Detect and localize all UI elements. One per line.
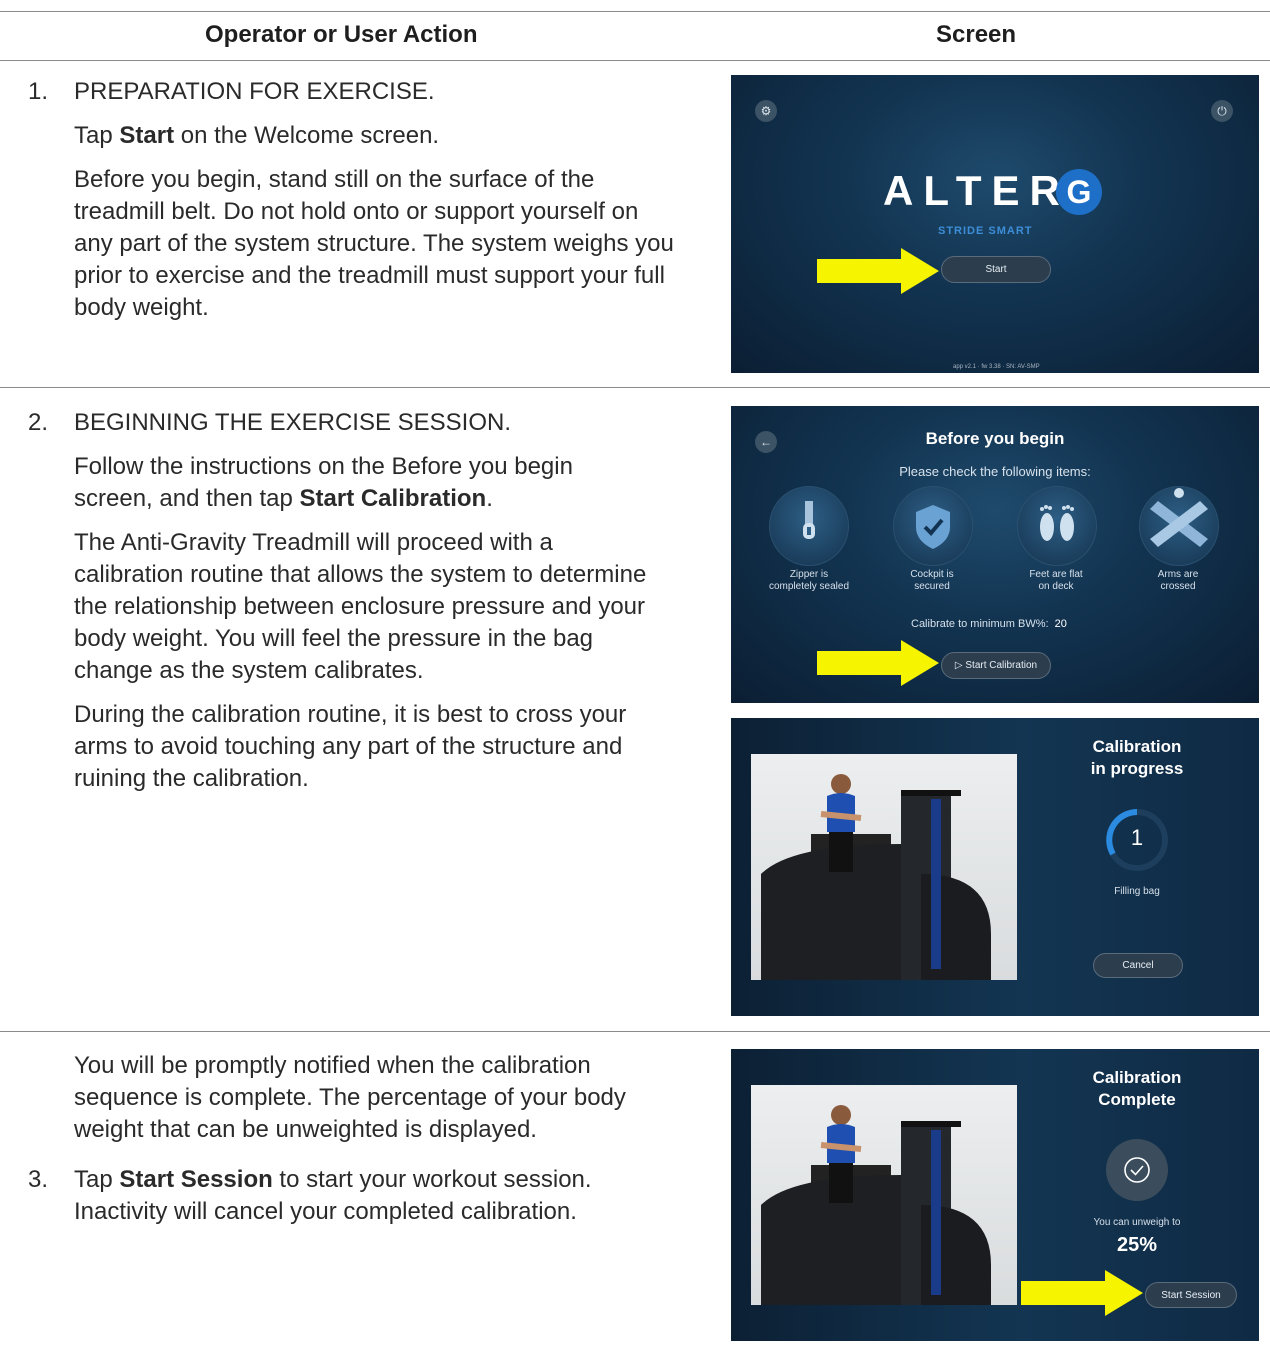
before-title: Before you begin [925, 429, 1065, 448]
step-3-number: 3. [28, 1166, 49, 1193]
unweigh-value: 25% [1116, 1234, 1158, 1256]
start-calibration-button[interactable]: ▷ Start Calibration [941, 652, 1051, 679]
step-2-instruction: Follow the instructions on the Before yo… [74, 453, 573, 512]
feet-icon [1017, 486, 1097, 566]
check-circle-icon [1124, 1157, 1150, 1183]
step-2-rule [0, 1031, 1270, 1032]
header-screen: Screen [936, 21, 1017, 48]
calibrate-min-bw: Calibrate to minimum BW%: 20 [911, 618, 1067, 630]
step-1-rule [0, 387, 1270, 388]
crossed-arms-icon [1139, 486, 1219, 566]
step-1-text: PREPARATION FOR EXERCISE. Tap Start on t… [74, 76, 674, 336]
stride-smart-subtitle: STRIDE SMART [938, 225, 1033, 237]
header-rule [0, 60, 1270, 61]
calibration-complete-screen: Calibration Complete You can unweigh to 2… [731, 1049, 1259, 1341]
calibrate-min-bw-value[interactable]: 20 [1055, 618, 1067, 630]
complete-check-badge [1106, 1139, 1168, 1201]
arrow-to-start-session [1021, 1270, 1143, 1316]
step-2-text: BEGINNING THE EXERCISE SESSION. Follow t… [74, 407, 654, 807]
step-1-number: 1. [28, 78, 49, 105]
settings-icon[interactable]: ⚙ [755, 100, 777, 122]
arrow-to-start [817, 248, 939, 294]
header-operator-action: Operator or User Action [205, 21, 478, 48]
step-2-note: During the calibration routine, it is be… [74, 701, 627, 792]
step-1-title: PREPARATION FOR EXERCISE. [74, 78, 435, 105]
before-subtitle: Please check the following items: [899, 464, 1091, 479]
cockpit-label: Cockpit is secured [910, 569, 954, 592]
progress-title: Calibration in progress [1090, 737, 1184, 778]
step-2-detail: The Anti-Gravity Treadmill will proceed … [74, 529, 647, 684]
complete-title: Calibration Complete [1092, 1068, 1182, 1109]
play-icon: ▷ [954, 660, 966, 671]
cancel-button[interactable]: Cancel [1093, 953, 1183, 978]
step-3-instruction: Tap Start Session to start your workout … [74, 1166, 592, 1225]
step-2-number: 2. [28, 409, 49, 436]
progress-counter: 1 [1130, 825, 1144, 850]
before-you-begin-screen: ← Before you begin Please check the foll… [731, 406, 1259, 703]
step-3-intro: You will be promptly notified when the c… [74, 1052, 626, 1143]
treadmill-photo [751, 1085, 1017, 1305]
alterg-logo-g: G [1056, 169, 1102, 215]
unweigh-label: You can unweigh to [1093, 1217, 1181, 1228]
feet-label: Feet are flat on deck [1029, 569, 1083, 592]
zipper-icon [769, 486, 849, 566]
treadmill-photo [751, 754, 1017, 980]
alterg-logo: ALTER [883, 167, 1070, 214]
shield-check-icon [893, 486, 973, 566]
start-session-button[interactable]: Start Session [1145, 1282, 1237, 1308]
progress-status: Filling bag [1114, 886, 1160, 897]
welcome-screen: ⚙ ⏻ ALTER G STRIDE SMART Start app v2.1 … [731, 75, 1259, 373]
arrow-to-start-calibration [817, 640, 939, 686]
version-footer: app v2.1 · fw 3.38 · SN: AV-SMP [953, 364, 1040, 370]
power-icon[interactable]: ⏻ [1211, 100, 1233, 122]
step-1-detail: Before you begin, stand still on the sur… [74, 166, 674, 321]
calibration-progress-screen: Calibration in progress 1 Filling bag Can… [731, 718, 1259, 1016]
step-1-instruction: Tap Start on the Welcome screen. [74, 122, 440, 149]
step-2-title: BEGINNING THE EXERCISE SESSION. [74, 409, 511, 436]
arms-label: Arms are crossed [1157, 569, 1199, 592]
start-button[interactable]: Start [941, 256, 1051, 283]
top-rule [0, 11, 1270, 12]
zipper-label: Zipper is completely sealed [768, 569, 850, 592]
